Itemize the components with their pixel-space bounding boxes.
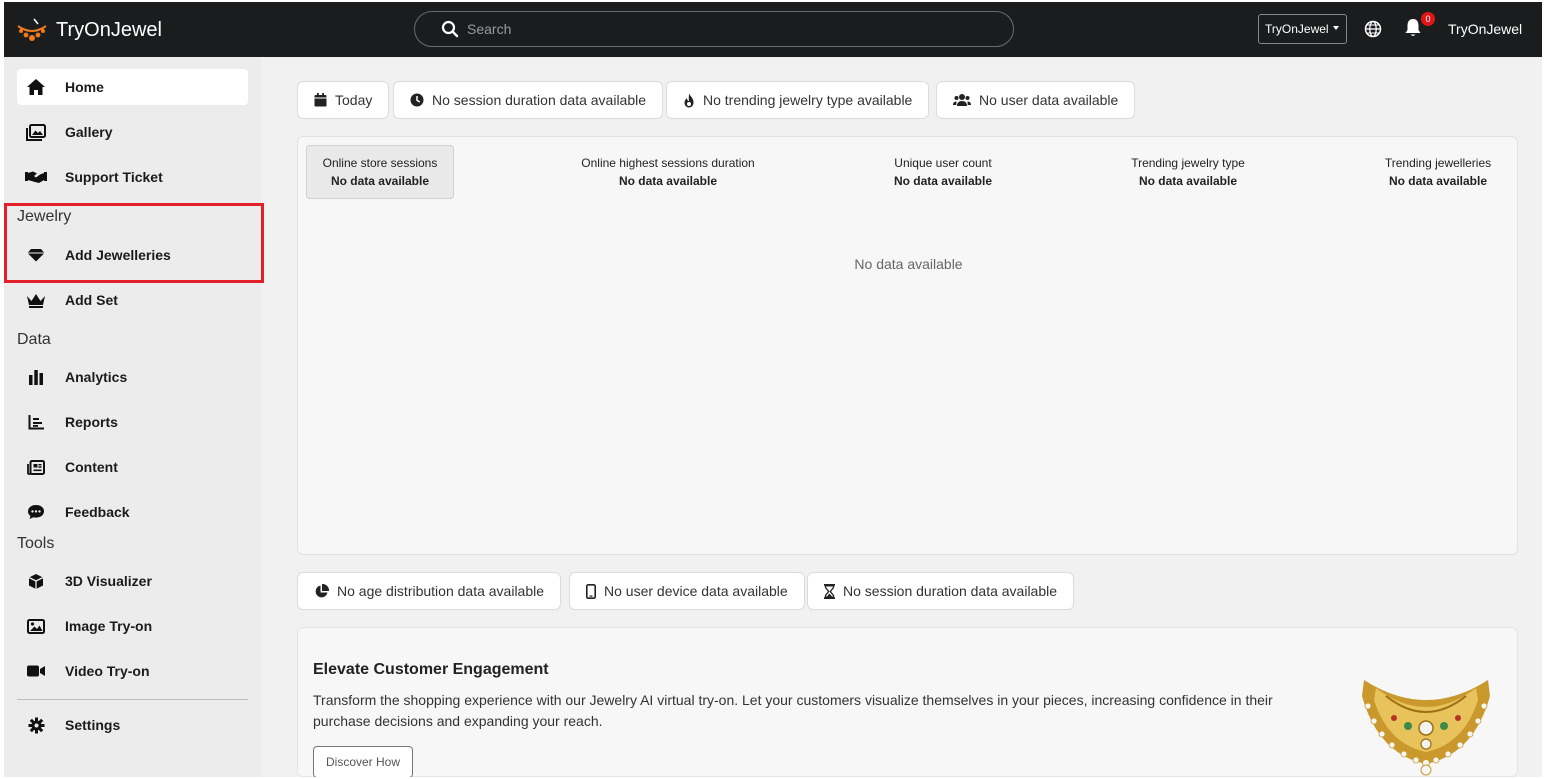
filter-session-duration-label: No session duration data available [432, 92, 647, 108]
promo-description: Transform the shopping experience with o… [313, 692, 1273, 729]
chip-user-device[interactable]: No user device data available [569, 572, 805, 610]
section-heading-data: Data [17, 331, 51, 348]
stat-title: Trending jewelry type [1131, 156, 1245, 170]
image-icon [25, 618, 47, 634]
filter-session-duration[interactable]: No session duration data available [393, 81, 664, 119]
sidebar-item-reports[interactable]: Reports [17, 404, 248, 440]
video-icon [25, 664, 47, 678]
sidebar-item-video-try-on[interactable]: Video Try-on [17, 653, 248, 689]
store-select[interactable]: TryOnJewel [1258, 14, 1347, 44]
chip-session-duration[interactable]: No session duration data available [807, 572, 1075, 610]
sidebar-item-3d-visualizer[interactable]: 3D Visualizer [17, 563, 248, 599]
section-heading-tools: Tools [17, 535, 55, 552]
sidebar-item-label: Video Try-on [65, 663, 150, 679]
gallery-icon [25, 123, 47, 141]
filter-today[interactable]: Today [297, 81, 390, 119]
stat-online-sessions[interactable]: Online store sessions No data available [306, 145, 454, 199]
users-icon [953, 94, 971, 106]
necklace-image [1362, 680, 1490, 776]
stat-title: Online highest sessions duration [581, 156, 755, 170]
comment-icon [25, 504, 47, 520]
stats-card: Online store sessions No data available … [297, 136, 1518, 555]
search-icon [441, 20, 459, 38]
store-select-value: TryOnJewel [1265, 22, 1329, 36]
handshake-icon [25, 170, 47, 184]
filter-trending-type-label: No trending jewelry type available [703, 92, 913, 108]
user-name[interactable]: TryOnJewel [1448, 21, 1522, 37]
sidebar-divider [17, 699, 248, 700]
calendar-icon [314, 93, 327, 107]
highlight-box [4, 203, 264, 283]
top-bar: TryOnJewel TryOnJewel 0 TryOnJewel [4, 2, 1542, 57]
sidebar-item-label: 3D Visualizer [65, 573, 152, 589]
stat-value: No data available [893, 174, 993, 188]
filter-user-data[interactable]: No user data available [936, 81, 1136, 119]
bar-chart-icon [25, 369, 47, 385]
stat-trending-jewelleries[interactable]: Trending jewelleries No data available [1363, 145, 1513, 188]
sidebar-item-image-try-on[interactable]: Image Try-on [17, 608, 248, 644]
sidebar-item-label: Support Ticket [65, 169, 163, 185]
stat-value: No data available [618, 174, 718, 188]
sidebar-item-add-set[interactable]: Add Set [17, 282, 248, 318]
filter-today-label: Today [335, 92, 373, 108]
globe-icon[interactable] [1364, 20, 1382, 38]
discover-how-button[interactable]: Discover How [313, 746, 413, 777]
fire-icon [684, 93, 694, 107]
sidebar-item-label: Feedback [65, 504, 130, 520]
sidebar-item-analytics[interactable]: Analytics [17, 359, 248, 395]
sidebar-item-label: Add Set [65, 292, 118, 308]
stat-title: Online store sessions [322, 156, 438, 170]
chip-age-distribution[interactable]: No age distribution data available [297, 572, 562, 610]
chip-age-label: No age distribution data available [337, 583, 545, 599]
promo-card: Elevate Customer Engagement Transform th… [297, 627, 1518, 777]
cube-icon [25, 573, 47, 590]
stat-trending-type[interactable]: Trending jewelry type No data available [1108, 145, 1268, 188]
search-input[interactable] [467, 21, 947, 37]
mobile-icon [586, 583, 596, 599]
sidebar-item-content[interactable]: Content [17, 449, 248, 485]
promo-title: Elevate Customer Engagement [313, 661, 549, 678]
sidebar-item-label: Content [65, 459, 118, 475]
jewel-logo-icon [17, 18, 47, 41]
stat-value: No data available [330, 174, 430, 188]
search-bar[interactable] [414, 11, 1014, 47]
newspaper-icon [25, 459, 47, 475]
sidebar-item-home[interactable]: Home [17, 69, 248, 105]
sidebar-item-label: Image Try-on [65, 618, 153, 634]
stat-unique-users[interactable]: Unique user count No data available [863, 145, 1023, 188]
sidebar-item-label: Settings [65, 717, 121, 733]
sidebar-item-settings[interactable]: Settings [17, 707, 248, 743]
clock-icon [410, 93, 424, 107]
brand-name: TryOnJewel [56, 18, 162, 41]
stat-title: Trending jewelleries [1384, 156, 1492, 170]
gear-icon [25, 717, 47, 734]
sidebar-item-label: Gallery [65, 124, 113, 140]
brand-logo[interactable]: TryOnJewel [16, 16, 162, 44]
sidebar-item-feedback[interactable]: Feedback [17, 494, 248, 530]
sidebar: Home Gallery Support Ticket Jewelry Add … [4, 57, 264, 777]
stat-title: Unique user count [894, 156, 992, 170]
sidebar-item-gallery[interactable]: Gallery [17, 114, 248, 150]
pie-chart-icon [315, 583, 329, 597]
sidebar-item-support-ticket[interactable]: Support Ticket [17, 159, 248, 195]
filter-user-data-label: No user data available [979, 92, 1119, 108]
stat-value: No data available [1388, 174, 1488, 188]
stat-value: No data available [1138, 174, 1238, 188]
notification-badge: 0 [1421, 12, 1435, 26]
filter-trending-type[interactable]: No trending jewelry type available [666, 81, 930, 119]
chip-session-label: No session duration data available [843, 583, 1058, 599]
bell-icon[interactable] [1404, 18, 1422, 38]
line-chart-icon [25, 414, 47, 430]
hourglass-icon [824, 583, 835, 599]
chip-device-label: No user device data available [604, 583, 788, 599]
sidebar-item-label: Reports [65, 414, 118, 430]
empty-state-message: No data available [854, 256, 963, 272]
app-frame: TryOnJewel TryOnJewel 0 TryOnJewel [4, 2, 1542, 777]
crown-icon [25, 293, 47, 308]
home-icon [25, 78, 47, 96]
chevron-down-icon [1333, 26, 1339, 30]
sidebar-item-label: Analytics [65, 369, 128, 385]
stat-highest-duration[interactable]: Online highest sessions duration No data… [558, 145, 778, 188]
sidebar-item-label: Home [65, 79, 104, 95]
